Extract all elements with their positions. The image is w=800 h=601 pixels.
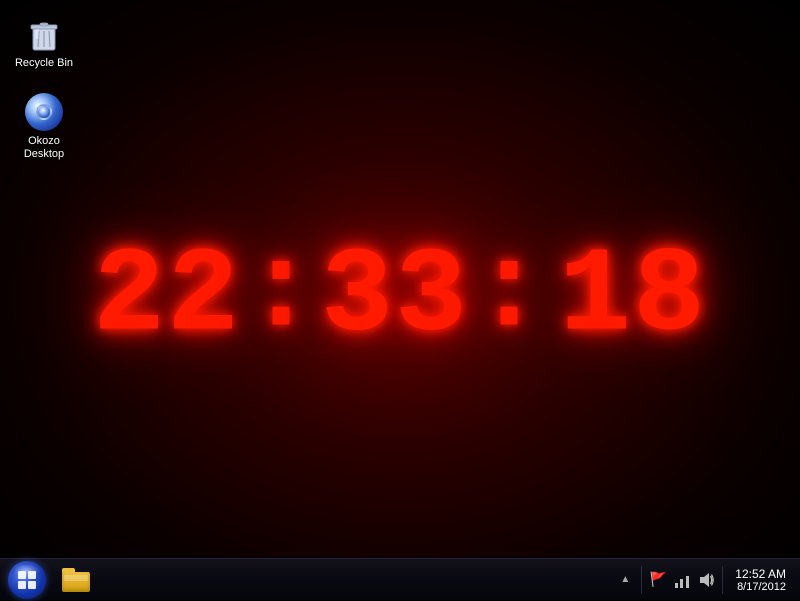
- recycle-bin-image: [24, 14, 64, 54]
- okozo-desktop-image: [24, 92, 64, 132]
- windows-logo: [18, 571, 36, 589]
- tray-separator-1: [641, 566, 642, 594]
- folder-icon: [62, 568, 90, 592]
- recycle-bin-label: Recycle Bin: [15, 57, 73, 70]
- quick-launch-area: [54, 559, 98, 601]
- up-arrow-icon: ▲: [620, 574, 630, 585]
- clock-colon-2: :: [469, 233, 549, 353]
- okozo-desktop-label: Okozo Desktop: [24, 135, 64, 161]
- clock-hours: 22: [93, 237, 241, 357]
- clock-seconds: 18: [559, 237, 707, 357]
- volume-tray-icon[interactable]: [696, 570, 716, 590]
- flag-icon: 🚩: [650, 571, 667, 588]
- network-tray-icon[interactable]: [672, 570, 692, 590]
- okozo-desktop-icon[interactable]: Okozo Desktop: [9, 88, 79, 165]
- tray-separator-2: [722, 566, 723, 594]
- recycle-bin-icon[interactable]: Recycle Bin: [9, 10, 79, 74]
- clock-minutes: 33: [321, 237, 469, 357]
- taskbar-date: 8/17/2012: [737, 581, 786, 593]
- system-tray: ▲ 🚩: [607, 559, 800, 601]
- start-button[interactable]: [0, 559, 54, 601]
- taskbar-time: 12:52 AM: [735, 567, 786, 581]
- clock-colon-1: :: [241, 233, 321, 353]
- taskbar: ▲ 🚩: [0, 558, 800, 600]
- digital-clock: 22 : 33 : 18: [93, 233, 707, 361]
- network-icon: [673, 571, 691, 589]
- desktop: Recycle Bin Okozo Desktop 22 : 33 : 18: [0, 0, 800, 600]
- file-explorer-taskbar-icon[interactable]: [58, 562, 94, 598]
- windows-orb: [8, 561, 46, 599]
- language-tray-icon[interactable]: 🚩: [648, 570, 668, 590]
- notification-expand-button[interactable]: ▲: [615, 570, 635, 590]
- taskbar-clock[interactable]: 12:52 AM 8/17/2012: [729, 559, 792, 601]
- volume-icon: [697, 571, 715, 589]
